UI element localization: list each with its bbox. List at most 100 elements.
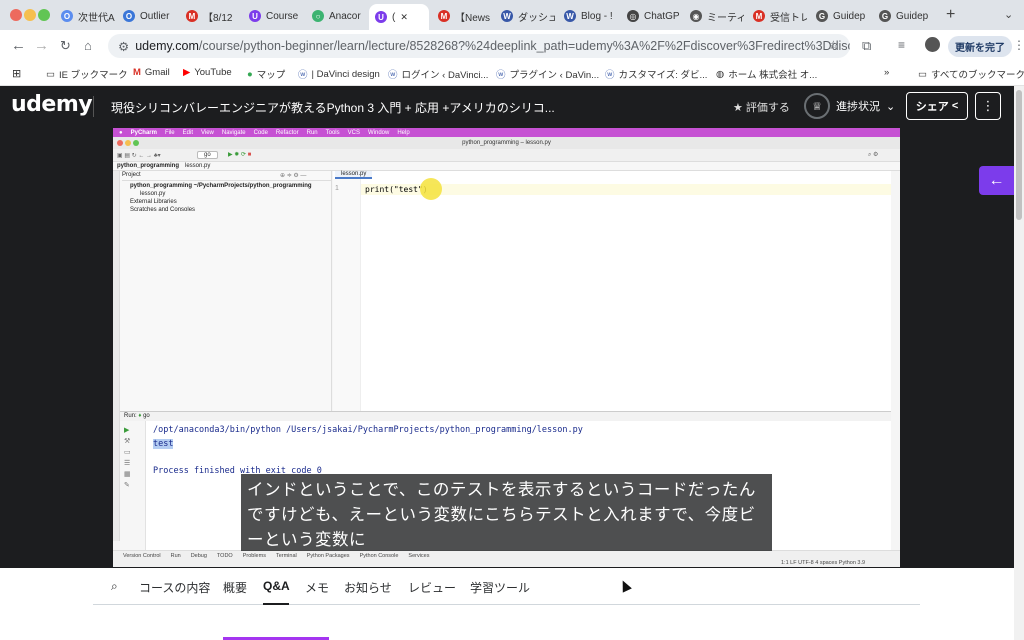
bookmarks-overflow[interactable]: » xyxy=(884,67,889,78)
tab-notes[interactable]: メモ xyxy=(305,579,329,596)
youtube-icon: ▶ xyxy=(183,67,191,78)
line-gutter: 1 xyxy=(333,179,361,411)
all-bookmarks[interactable]: ▭ すべてのブックマーク xyxy=(918,67,1024,82)
more-options-button[interactable]: ⋮ xyxy=(975,92,1001,120)
wordpress-icon: ⓦ xyxy=(388,70,398,81)
pycharm-window-title: python_programming – lesson.py xyxy=(113,137,900,149)
tab-learning-tools[interactable]: 学習ツール xyxy=(470,579,530,596)
pycharm-max-dot xyxy=(133,140,139,146)
pycharm-menu-item: Navigate xyxy=(221,129,246,136)
bookmark-davinci-design[interactable]: ⓦ | DaVinci design xyxy=(298,67,380,82)
status-tool-window: Terminal xyxy=(275,553,297,559)
run-output: /opt/anaconda3/bin/python /Users/jsakai/… xyxy=(153,424,583,478)
browser-tab[interactable]: M 【News xyxy=(432,4,492,28)
status-tool-window: Services xyxy=(408,553,430,559)
progress-label: 進捗状況 xyxy=(836,101,880,113)
bookmark-home[interactable]: ◍ ホーム 株式会社 オ... xyxy=(716,67,817,82)
close-tab-icon[interactable]: ✕ xyxy=(400,12,408,23)
browser-tab[interactable]: W Blog - ! xyxy=(558,4,618,28)
status-right: 1:1 LF UTF-8 4 spaces Python 3.9 xyxy=(781,560,866,566)
chevron-down-icon: ⌄ xyxy=(886,100,896,113)
course-title[interactable]: 現役シリコンバレーエンジニアが教えるPython 3 入門 + 応用 +アメリカ… xyxy=(111,99,555,116)
forward-icon[interactable]: → xyxy=(34,38,49,54)
tab-search-icon[interactable]: ⌄ xyxy=(1004,8,1013,21)
tab-favicon-icon: U xyxy=(375,11,387,23)
bookmark-star-icon[interactable]: ☆ xyxy=(828,38,839,52)
browser-menu-icon[interactable]: ⋮ xyxy=(1013,38,1024,52)
browser-tab[interactable]: ◉ ミーティ xyxy=(684,4,744,28)
browser-tab[interactable]: G Guidep xyxy=(810,4,870,28)
extensions-icon[interactable]: ⧉ xyxy=(862,38,871,54)
bookmark-folder[interactable]: ▭ IE ブックマーク xyxy=(46,67,128,82)
pycharm-menu-item: Edit xyxy=(182,129,193,136)
run-config-select: go xyxy=(197,151,218,159)
pycharm-min-dot xyxy=(125,140,131,146)
gmail-icon: M xyxy=(133,67,141,78)
wordpress-icon: ⓦ xyxy=(605,70,615,81)
bookmark-youtube[interactable]: ▶ YouTube xyxy=(183,67,232,78)
browser-tab[interactable]: W ダッシュ xyxy=(495,4,555,28)
toolbar-icons: ▣ ▤ ↻ ← → ♣▾ xyxy=(117,153,161,159)
browser-tab[interactable]: G Guidep xyxy=(873,4,933,28)
apple-icon: ● xyxy=(119,129,123,136)
rate-course-button[interactable]: ★ 評価する xyxy=(733,99,790,115)
globe-icon: ◍ xyxy=(716,68,725,80)
tab-label: ダッシュ xyxy=(518,12,555,24)
tree-external-libs: External Libraries xyxy=(130,199,177,205)
tree-file: lesson.py xyxy=(140,191,166,197)
tab-label: ミーティ xyxy=(707,12,744,24)
tab-favicon-icon: M xyxy=(753,10,765,22)
progress-button[interactable]: ♕ 進捗状況 ⌄ xyxy=(804,93,895,119)
home-icon[interactable]: ⌂ xyxy=(84,38,92,54)
update-button[interactable]: 更新を完了 xyxy=(948,36,1012,57)
new-tab-button[interactable]: + xyxy=(946,6,955,24)
search-icon[interactable]: ⌕ xyxy=(111,579,118,594)
apps-icon[interactable]: ⊞ xyxy=(12,67,21,80)
close-window-button[interactable] xyxy=(10,9,22,21)
maximize-window-button[interactable] xyxy=(38,9,50,21)
browser-tab[interactable]: ◎ ChatGP xyxy=(621,4,681,28)
bookmark-gmail[interactable]: M Gmail xyxy=(133,67,170,78)
pycharm-breadcrumb: python_programming lesson.py xyxy=(113,162,900,171)
bookmark-plugins[interactable]: ⓦ プラグイン ‹ DaVin... xyxy=(496,67,599,81)
site-info-icon[interactable]: ⚙ xyxy=(118,39,129,54)
run-panel-header: Run: ♦ go xyxy=(120,412,891,421)
pycharm-menu-item: Run xyxy=(306,129,318,136)
profile-avatar[interactable] xyxy=(925,37,940,52)
queue-icon[interactable]: ≡ xyxy=(898,38,905,52)
address-bar[interactable]: ⚙ udemy.com/course/python-beginner/learn… xyxy=(108,34,850,58)
share-button[interactable]: シェア < xyxy=(906,92,968,120)
scrollbar-thumb[interactable] xyxy=(1016,90,1022,220)
output-test: test xyxy=(153,438,174,449)
browser-tab[interactable]: U Course xyxy=(243,4,303,28)
browser-tab[interactable]: O Outlier xyxy=(117,4,177,28)
wordpress-icon: ⓦ xyxy=(298,70,308,81)
reload-icon[interactable]: ↻ xyxy=(60,38,71,54)
back-icon[interactable]: ← xyxy=(11,38,26,54)
bookmark-login[interactable]: ⓦ ログイン ‹ DaVinci... xyxy=(388,67,488,81)
browser-tab[interactable]: M 【8/12 xyxy=(180,4,240,28)
browser-tab[interactable]: ○ Anacor xyxy=(306,4,366,28)
bookmark-maps[interactable]: ● マップ xyxy=(247,67,285,82)
folder-icon: ▭ xyxy=(918,68,927,80)
udemy-logo[interactable]: udemy xyxy=(11,92,93,117)
minimize-window-button[interactable] xyxy=(24,9,36,21)
tab-announcements[interactable]: お知らせ xyxy=(344,579,392,596)
output-command: /opt/anaconda3/bin/python /Users/jsakai/… xyxy=(153,425,583,435)
tab-course-content[interactable]: コースの内容 xyxy=(139,579,210,596)
open-sidebar-button[interactable]: ← xyxy=(979,166,1014,195)
browser-tab[interactable]: M 受信トレ xyxy=(747,4,807,28)
click-indicator xyxy=(420,178,442,200)
pycharm-toolbar: ▣ ▤ ↻ ← → ♣▾ go ▶ ✹ ⟳ ■ ⌕ ⚙ xyxy=(113,149,900,162)
tab-label: 次世代A xyxy=(78,12,115,24)
tab-reviews[interactable]: レビュー xyxy=(408,579,456,596)
tab-label: Anacor xyxy=(329,10,361,22)
browser-tab[interactable]: O 次世代A xyxy=(55,4,115,28)
tab-favicon-icon: W xyxy=(564,10,576,22)
pycharm-menu-item: File xyxy=(164,129,175,136)
bookmark-customize[interactable]: ⓦ カスタマイズ: ダビ... xyxy=(605,67,707,81)
browser-tab[interactable]: U (✕ xyxy=(369,4,429,30)
pycharm-menu-item: View xyxy=(200,129,214,136)
tab-overview[interactable]: 概要 xyxy=(223,579,247,596)
tab-qa[interactable]: Q&A xyxy=(263,579,290,593)
